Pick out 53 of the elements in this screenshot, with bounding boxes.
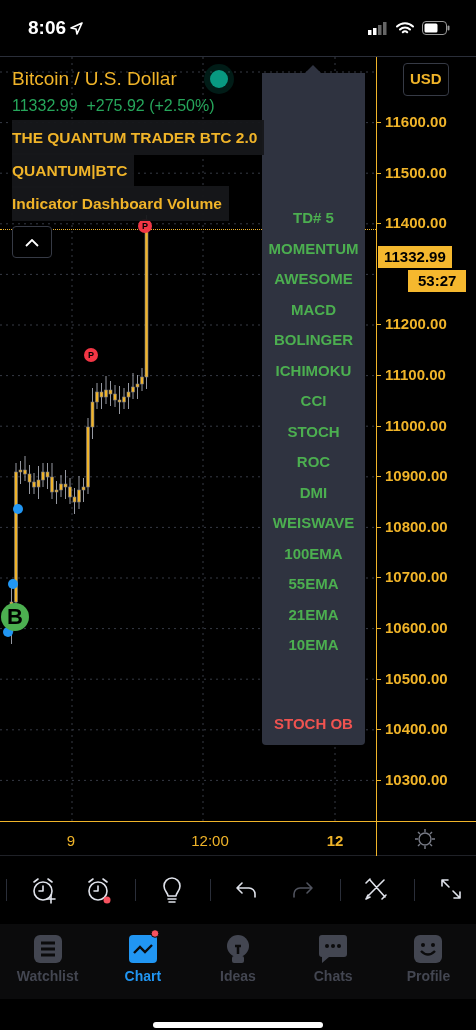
time-label: 12 (326, 831, 344, 851)
indicator-signal: 10EMA (287, 635, 340, 655)
indicator-signal: ROC (295, 452, 332, 472)
last-price-label: 11332.99 (378, 246, 452, 268)
countdown-label: 53:27 (408, 270, 467, 292)
chevron-up-icon (25, 238, 39, 247)
price-label: 11000.00 (385, 416, 447, 435)
indicator-signal: DMI (298, 482, 329, 503)
price-label: 10900.00 (385, 467, 448, 486)
indicator-signal: TD# 5 (292, 208, 335, 228)
signal-marker: P (84, 348, 98, 362)
indicator-signal: 100EMA (283, 543, 344, 564)
signal-marker: B (1, 603, 29, 631)
time-label: 9 (66, 831, 76, 851)
price-label: 10600.00 (385, 619, 448, 637)
price-label: 10400.00 (385, 720, 448, 739)
indicator-signal: BOLINGER (272, 330, 355, 350)
signal-dot (8, 579, 18, 589)
wifi-icon (396, 21, 414, 35)
indicator-signal: WEISWAVE (271, 513, 356, 533)
signal-icon (368, 21, 388, 35)
price-label: 10500.00 (385, 669, 448, 688)
battery-icon (422, 21, 450, 35)
indicator-name[interactable]: THE QUANTUM TRADER BTC 2.0 (12, 120, 265, 156)
price-label: 11600.00 (385, 113, 447, 131)
price-label: 11400.00 (385, 214, 447, 233)
price-label: 11100.00 (385, 366, 446, 384)
indicator-signal: STOCH (286, 421, 341, 442)
price-change: 11332.99 +275.92 (+2.50%) (12, 96, 216, 116)
price-label: 10700.00 (385, 568, 448, 587)
indicator-name[interactable]: QUANTUM|BTC (12, 153, 135, 189)
signal-dot (13, 504, 23, 514)
indicator-name[interactable]: Indicator Dashboard Volume (12, 186, 229, 222)
time-label: 12:00 (191, 831, 229, 851)
settings-icon[interactable] (414, 828, 436, 850)
indicator-signal: ICHIMOKU (274, 360, 353, 381)
currency-button[interactable]: USD (403, 63, 449, 96)
price-label: 10800.00 (385, 517, 448, 536)
price-label: 11200.00 (385, 315, 447, 334)
collapse-button[interactable] (12, 226, 52, 258)
price-label: 11500.00 (385, 163, 447, 182)
symbol-title: Bitcoin / U.S. Dollar (12, 67, 177, 91)
indicator-signal: AWESOME (273, 269, 354, 289)
clock-time: 8:06 (28, 15, 67, 40)
indicator-signal: 55EMA (287, 574, 340, 594)
indicator-signal: CCI (299, 391, 328, 411)
nav-tab[interactable]: Chart (95, 924, 191, 999)
indicator-signal: 21EMA (287, 604, 340, 625)
indicator-signal: MOMENTUM (267, 238, 360, 259)
location-icon (70, 21, 84, 35)
indicator-signal: STOCH OB (273, 713, 354, 734)
indicator-signal: MACD (290, 299, 337, 320)
price-label: 10300.00 (385, 770, 448, 789)
